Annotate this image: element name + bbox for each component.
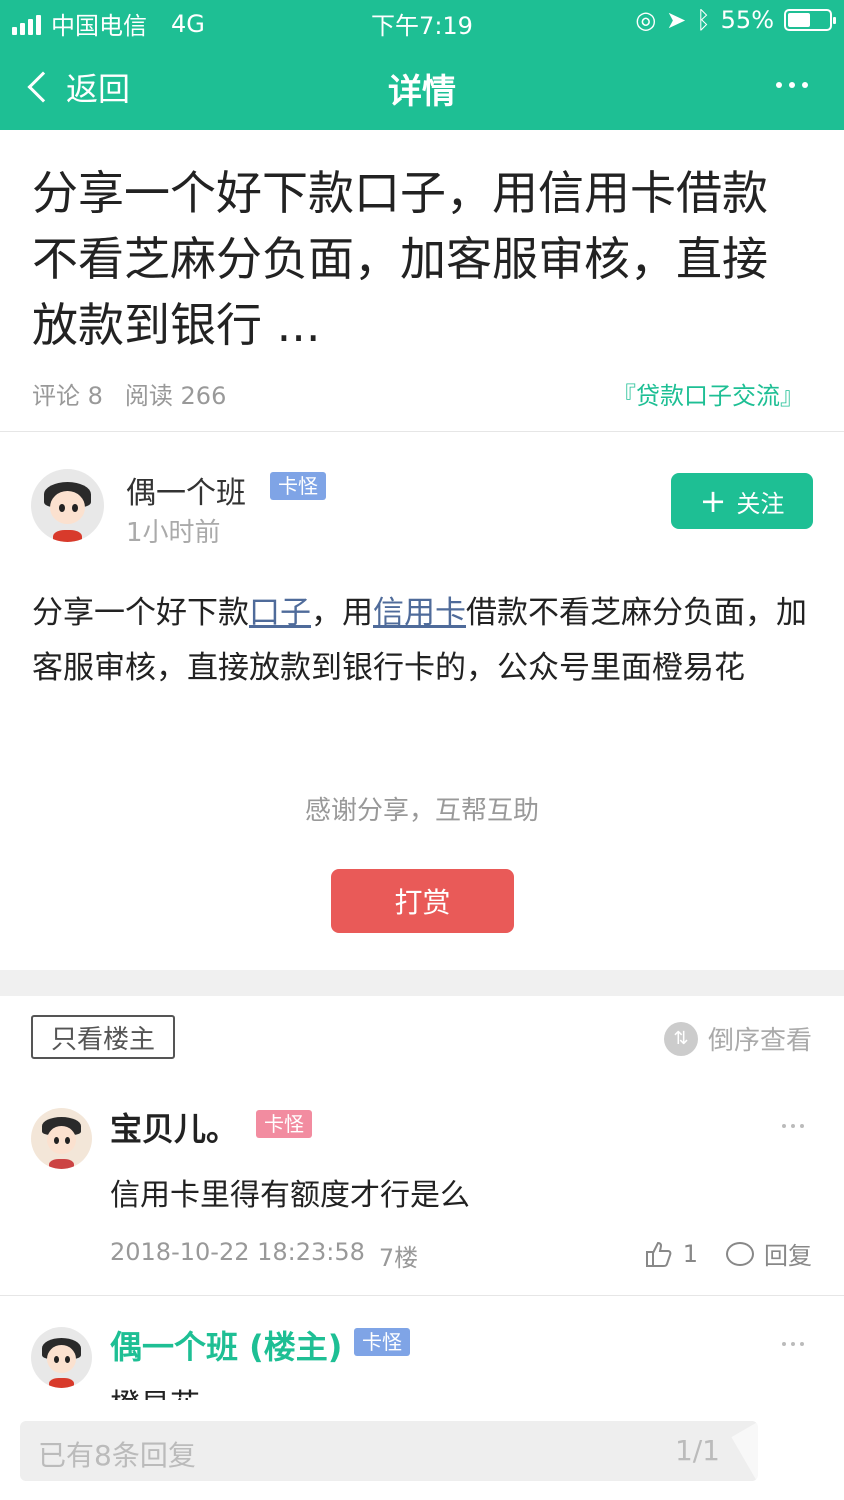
reply-input[interactable]: 已有8条回复 1/1 [20, 1421, 758, 1481]
author-badge: 卡怪 [270, 472, 326, 500]
comment-avatar[interactable] [31, 1108, 92, 1169]
reply-button[interactable]: 回复 [764, 1236, 812, 1271]
post-meta: 评论 8 阅读 266 [32, 376, 226, 411]
section-separator [0, 970, 844, 996]
follow-button[interactable]: + 关注 [671, 473, 813, 529]
watermark-logo [731, 1389, 844, 1500]
comment-avatar[interactable] [31, 1327, 92, 1388]
comment-floor: 7楼 [378, 1244, 419, 1272]
page-indicator[interactable]: 1/1 [675, 1434, 720, 1467]
rotation-lock-icon: ◎ [635, 6, 657, 34]
comment-clip: 橙易花 [110, 1386, 200, 1400]
divider [0, 431, 844, 432]
comment-author[interactable]: 偶一个班 (楼主) [110, 1322, 342, 1368]
page-title: 详情 [388, 72, 456, 112]
body-text: ，用 [311, 595, 373, 631]
link-credit-card[interactable]: 信用卡 [373, 595, 466, 631]
comment-badge: 卡怪 [256, 1110, 312, 1138]
comment-count: 评论 8 [32, 382, 103, 410]
more-icon[interactable] [782, 1342, 804, 1346]
like-count: 1 [682, 1239, 698, 1268]
comment-actions: 1 回复 [643, 1236, 812, 1271]
more-icon[interactable] [776, 82, 808, 88]
status-right: ◎ ➤ ᛒ 55% [635, 6, 836, 34]
battery-icon [784, 9, 836, 31]
divider [0, 1295, 844, 1296]
reverse-order-button[interactable]: ⇅ 倒序查看 [663, 1020, 812, 1057]
thumbs-up-icon[interactable] [643, 1239, 673, 1269]
comment-text: 橙易花 [110, 1386, 200, 1400]
body-text: 分享一个好下款 [32, 595, 249, 631]
location-icon: ➤ [666, 6, 687, 34]
comment-bubble-icon[interactable] [726, 1241, 754, 1266]
reverse-label: 倒序查看 [707, 1026, 812, 1056]
post-body: 分享一个好下款口子，用信用卡借款不看芝麻分负面，加客服审核，直接放款到银行卡的，… [32, 586, 822, 696]
bluetooth-icon: ᛒ [696, 6, 711, 34]
sort-icon: ⇅ [663, 1021, 698, 1056]
status-bar: 中国电信 4G 下午7:19 ◎ ➤ ᛒ 55% [0, 0, 844, 44]
comment-date: 2018-10-22 18:23:58 [110, 1238, 365, 1266]
only-owner-button[interactable]: 只看楼主 [31, 1015, 175, 1059]
battery-percent: 55% [720, 6, 774, 34]
link-kouzi[interactable]: 口子 [249, 595, 311, 631]
reply-placeholder: 已有8条回复 [38, 1439, 196, 1472]
more-icon[interactable] [782, 1124, 804, 1128]
read-count: 阅读 266 [124, 382, 227, 410]
comment-author[interactable]: 宝贝儿。 [110, 1104, 238, 1150]
plus-icon: + [699, 482, 727, 520]
thanks-text: 感谢分享，互帮互助 [304, 796, 539, 826]
post-title: 分享一个好下款口子，用信用卡借款不看芝麻分负面，加客服审核，直接放款到银行 ..… [32, 166, 768, 352]
comment-meta: 2018-10-22 18:23:58 7楼 [110, 1238, 418, 1273]
reward-button[interactable]: 打赏 [331, 869, 514, 933]
comment-badge: 卡怪 [354, 1328, 410, 1356]
author-name[interactable]: 偶一个班 [126, 468, 246, 512]
post-time: 1小时前 [126, 518, 221, 548]
comment-text: 信用卡里得有额度才行是么 [110, 1178, 470, 1213]
follow-label: 关注 [736, 489, 785, 518]
nav-bar: 返回 详情 [0, 44, 844, 130]
author-avatar[interactable] [31, 469, 104, 542]
board-link[interactable]: 『贷款口子交流』 [612, 376, 804, 411]
